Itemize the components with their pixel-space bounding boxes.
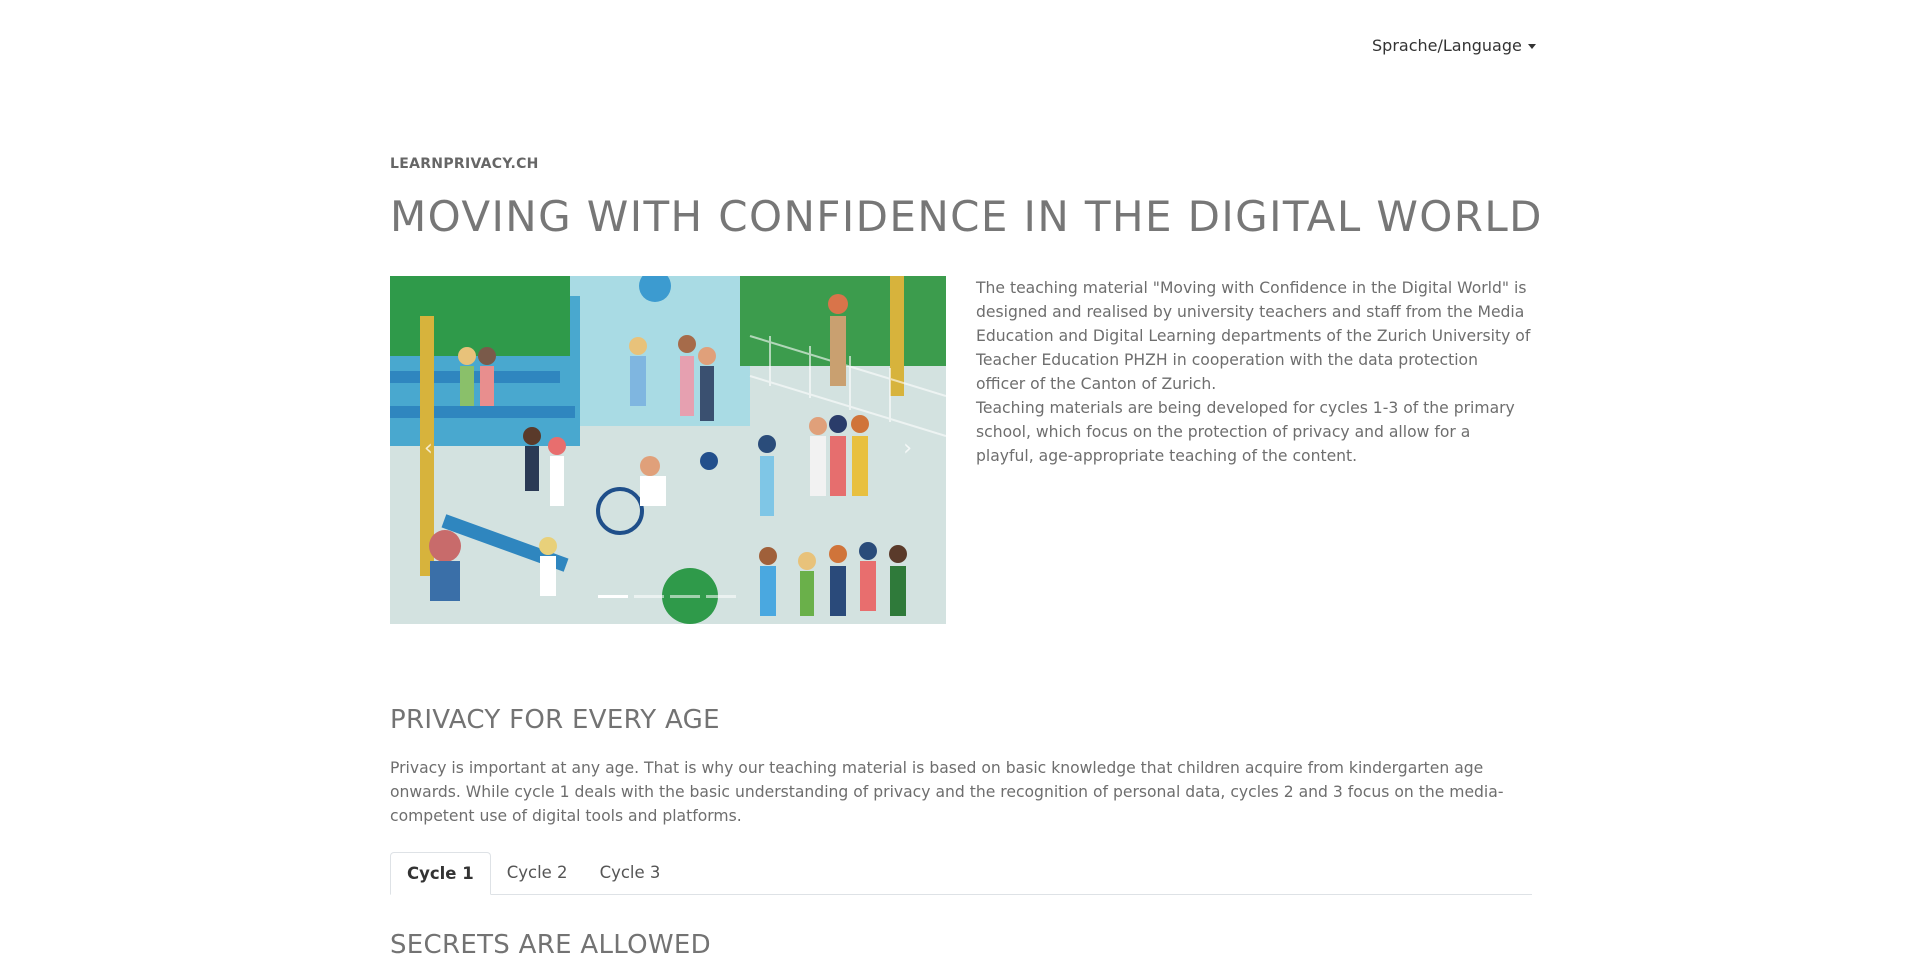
language-label: Sprache/Language xyxy=(1372,36,1522,55)
carousel-indicator-4[interactable] xyxy=(706,595,736,598)
carousel-indicators xyxy=(598,595,736,598)
section-title: PRIVACY FOR EVERY AGE xyxy=(390,705,720,735)
intro-paragraph-2: Teaching materials are being developed f… xyxy=(976,399,1515,465)
tab-cycle-3[interactable]: Cycle 3 xyxy=(584,852,677,894)
tab-content-heading: SECRETS ARE ALLOWED xyxy=(390,930,711,960)
carousel-next-chevron-right-icon[interactable]: › xyxy=(903,436,912,461)
intro-paragraph-1: The teaching material "Moving with Confi… xyxy=(976,279,1531,393)
site-kicker: LEARNPRIVACY.CH xyxy=(390,156,539,172)
language-dropdown[interactable]: Sprache/Language xyxy=(1372,36,1536,55)
carousel-prev-chevron-left-icon[interactable]: ‹ xyxy=(424,436,433,461)
section-text: Privacy is important at any age. That is… xyxy=(390,759,1504,825)
carousel-indicator-1[interactable] xyxy=(598,595,628,598)
carousel-indicator-2[interactable] xyxy=(634,595,664,598)
schoolyard-illustration xyxy=(390,276,946,624)
image-carousel[interactable]: ‹ › xyxy=(390,276,946,624)
tab-cycle-2[interactable]: Cycle 2 xyxy=(491,852,584,894)
cycle-tabs: Cycle 1 Cycle 2 Cycle 3 xyxy=(390,852,1532,895)
tab-cycle-1[interactable]: Cycle 1 xyxy=(390,852,491,895)
intro-text: The teaching material "Moving with Confi… xyxy=(976,276,1532,468)
caret-down-icon xyxy=(1527,43,1536,49)
carousel-indicator-3[interactable] xyxy=(670,595,700,598)
page-title: MOVING WITH CONFIDENCE IN THE DIGITAL WO… xyxy=(390,192,1543,241)
